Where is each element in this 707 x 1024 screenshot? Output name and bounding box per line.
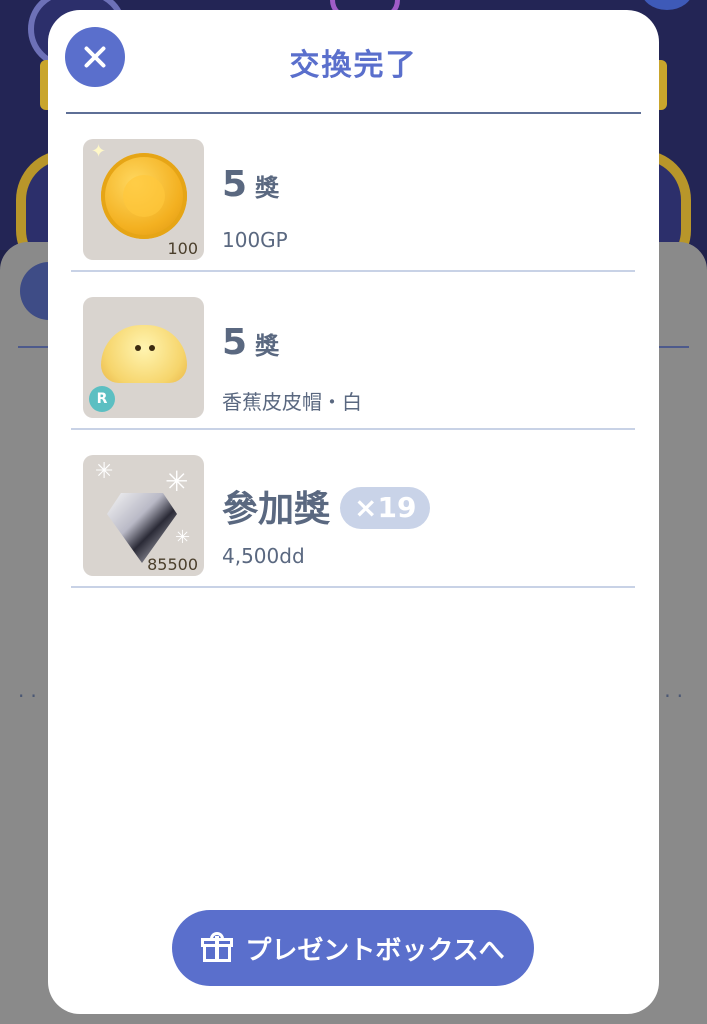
sparkle-icon: ✦	[91, 141, 107, 162]
reward-thumb-value: 100	[167, 239, 198, 258]
dialog-title: 交換完了	[289, 48, 418, 83]
reward-thumb-value: 85500	[147, 555, 198, 574]
exchange-complete-dialog: 交換完了 ✦ 100 5獎 100GP R 5獎 香蕉皮皮帽・白 ✳ ✳ ✳ 8…	[48, 10, 659, 1014]
rarity-badge: R	[89, 386, 115, 412]
background-dots: ··	[664, 684, 689, 708]
reward-description: 4,500dd	[222, 544, 305, 568]
reward-suffix: 獎	[255, 332, 280, 360]
present-box-button-label: プレゼントボックスへ	[245, 935, 505, 966]
row-divider	[71, 586, 635, 588]
reward-description: 100GP	[222, 228, 288, 252]
reward-thumbnail: R	[83, 297, 204, 418]
reward-row: ✳ ✳ ✳ 85500 參加獎 ×19 4,500dd	[71, 430, 635, 588]
reward-rank: 5	[222, 322, 248, 363]
banana-hat-icon	[101, 325, 187, 383]
hat-eye	[149, 345, 155, 351]
reward-rank: 5	[222, 164, 248, 205]
reward-thumbnail: ✳ ✳ ✳ 85500	[83, 455, 204, 576]
sparkle-icon: ✳	[165, 465, 189, 498]
present-box-button[interactable]: プレゼントボックスへ	[172, 910, 534, 986]
reward-suffix: 獎	[255, 174, 280, 202]
hat-eye	[135, 345, 141, 351]
diamond-icon	[107, 493, 177, 563]
sparkle-icon: ✳	[95, 459, 114, 484]
reward-row: ✦ 100 5獎 100GP	[71, 114, 635, 272]
sparkle-icon: ✳	[175, 527, 191, 548]
quantity-badge: ×19	[340, 487, 431, 529]
reward-name: 5獎	[222, 322, 279, 363]
reward-name: 參加獎 ×19	[222, 480, 431, 532]
gift-icon	[201, 932, 235, 964]
background-dots: ··	[18, 684, 43, 708]
reward-row: R 5獎 香蕉皮皮帽・白	[71, 272, 635, 430]
gold-coin-icon	[101, 153, 187, 239]
reward-rank: 參加獎	[222, 489, 331, 530]
reward-name: 5獎	[222, 164, 279, 205]
reward-thumbnail: ✦ 100	[83, 139, 204, 260]
reward-description: 香蕉皮皮帽・白	[222, 390, 362, 414]
